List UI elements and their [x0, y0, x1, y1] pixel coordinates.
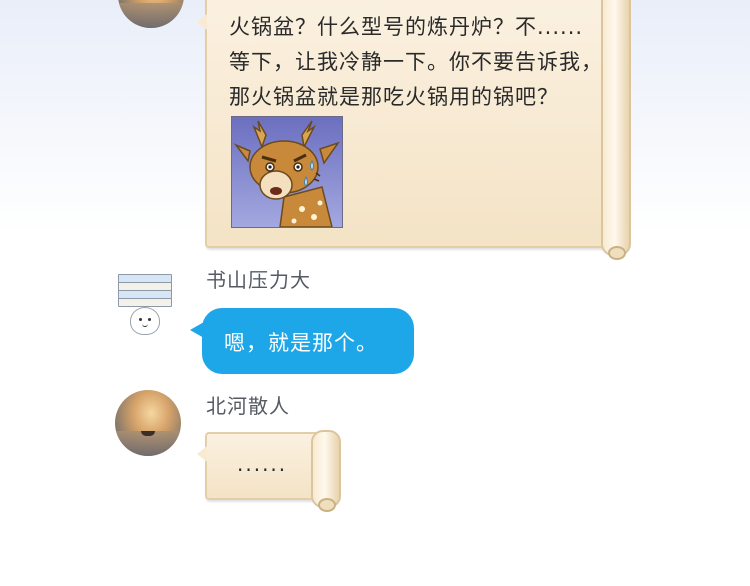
- message-bubble-scroll: 火锅盆？什么型号的炼丹炉？不...... 等下，让我冷静一下。你不要告诉我， 那…: [197, 0, 631, 260]
- message-line: 火锅盆？什么型号的炼丹炉？不......: [229, 15, 584, 39]
- user-avatar-beihe-top[interactable]: [118, 0, 184, 28]
- face-icon: [130, 307, 160, 335]
- username-label[interactable]: 北河散人: [206, 390, 290, 419]
- eye-icon: [139, 318, 142, 321]
- deer-sweating-sticker[interactable]: [231, 116, 343, 228]
- message-line: 等下，让我冷静一下。你不要告诉我，: [229, 50, 603, 74]
- message-text: 火锅盆？什么型号的炼丹炉？不...... 等下，让我冷静一下。你不要告诉我， 那…: [229, 10, 603, 115]
- username-label[interactable]: 书山压力大: [206, 264, 311, 293]
- message-bubble-scroll: ......: [197, 430, 341, 512]
- scroll-roll: [601, 0, 631, 260]
- book-stack-icon: [118, 298, 172, 307]
- deer-icon: [233, 120, 340, 227]
- bubble-tail: [197, 446, 207, 462]
- avatar-water: [118, 2, 184, 28]
- bubble-tail: [197, 14, 207, 30]
- message-line: 那火锅盆就是那吃火锅用的锅吧？: [229, 85, 559, 109]
- user-avatar-shushan[interactable]: [112, 270, 178, 340]
- user-avatar-beihe[interactable]: [115, 390, 181, 456]
- eye-icon: [148, 318, 151, 321]
- chat-page: 火锅盆？什么型号的炼丹炉？不...... 等下，让我冷静一下。你不要告诉我， 那…: [0, 0, 750, 586]
- mouth-icon: [142, 323, 148, 327]
- scroll-roll: [311, 430, 341, 512]
- message-text: ......: [237, 452, 288, 476]
- message-bubble-blue: 嗯，就是那个。: [190, 308, 414, 374]
- message-text: 嗯，就是那个。: [224, 331, 378, 355]
